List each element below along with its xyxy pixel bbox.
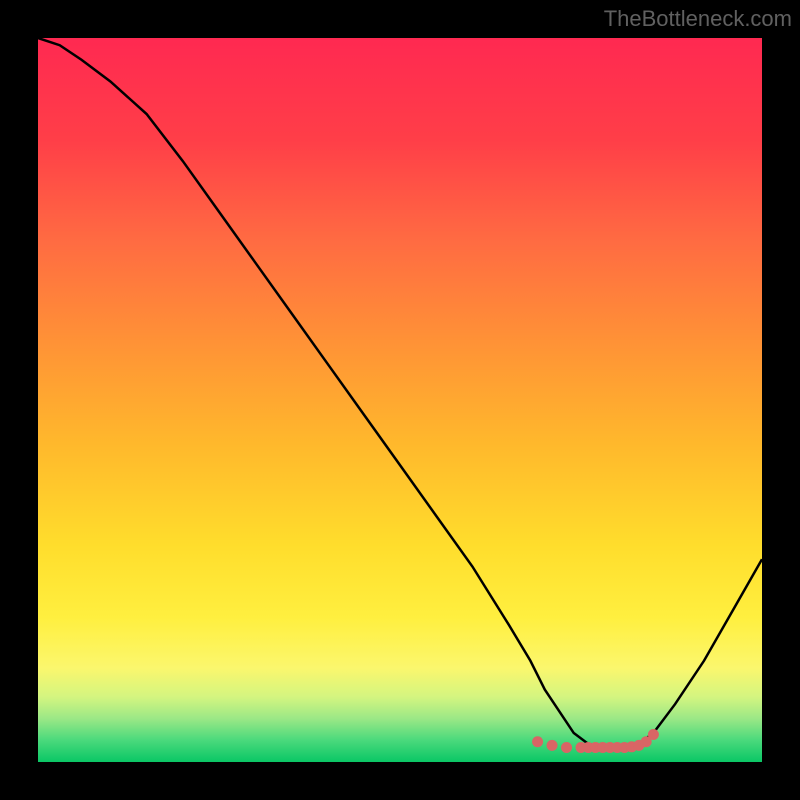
- curve-line: [38, 38, 762, 762]
- watermark-text: TheBottleneck.com: [604, 6, 792, 32]
- chart-plot-area: [38, 38, 762, 762]
